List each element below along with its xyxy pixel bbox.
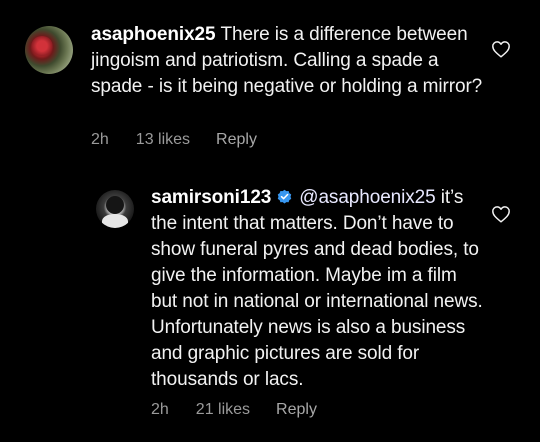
comment-timestamp: 2h — [151, 401, 169, 418]
comment-timestamp: 2h — [91, 131, 109, 148]
comment-text: it’s the intent that matters. Don’t have… — [151, 187, 483, 390]
heart-outline-icon[interactable] — [491, 40, 511, 58]
comment-meta: 2h 13 likes Reply — [91, 131, 257, 149]
comment-username[interactable]: asaphoenix25 — [91, 24, 216, 45]
comment-body: asaphoenix25 There is a difference betwee… — [91, 22, 491, 100]
avatar[interactable] — [96, 190, 134, 228]
avatar[interactable] — [25, 26, 73, 74]
comment-likes-count[interactable]: 13 likes — [136, 131, 190, 149]
verified-badge-icon — [278, 189, 292, 204]
comment-likes-count[interactable]: 21 likes — [196, 401, 250, 419]
comment-samirsoni123: samirsoni123 @asaphoenix25 it’s the inte… — [0, 170, 540, 442]
heart-outline-icon[interactable] — [491, 205, 511, 223]
comment-body: samirsoni123 @asaphoenix25 it’s the inte… — [151, 185, 486, 393]
comment-mention[interactable]: @asaphoenix25 — [299, 187, 435, 208]
reply-button[interactable]: Reply — [216, 131, 257, 149]
comment-asaphoenix25: asaphoenix25 There is a difference betwee… — [0, 0, 540, 170]
comment-meta: 2h 21 likes Reply — [151, 401, 317, 419]
reply-button[interactable]: Reply — [276, 401, 317, 419]
comment-username[interactable]: samirsoni123 — [151, 187, 271, 208]
